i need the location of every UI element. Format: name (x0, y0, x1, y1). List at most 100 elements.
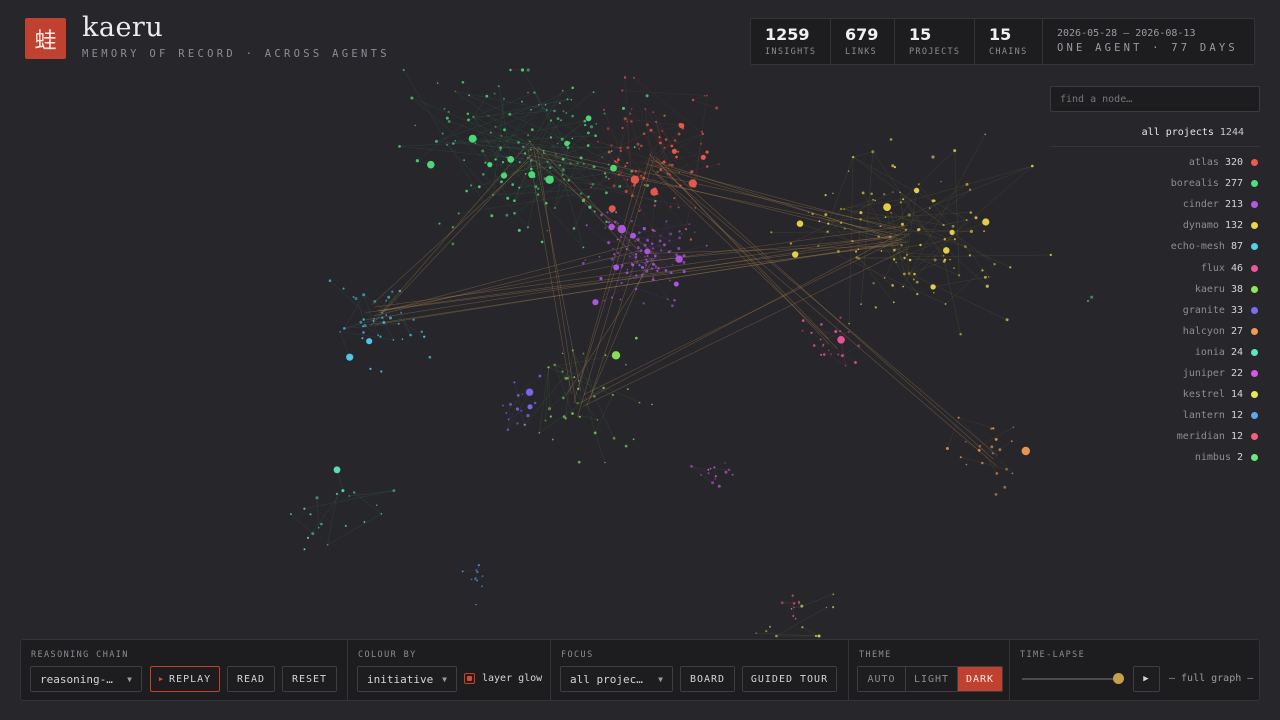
graph-node-dynamo[interactable] (940, 180, 942, 183)
graph-node-cinder[interactable] (669, 271, 673, 275)
graph-node-cinder[interactable] (651, 247, 654, 250)
colour-by-select[interactable]: initiative ▼ (357, 666, 457, 692)
graph-node-dynamo[interactable] (942, 223, 945, 227)
graph-node-borealis[interactable] (467, 118, 470, 122)
graph-node-kaeru[interactable] (551, 438, 554, 441)
graph-node-ionia[interactable] (344, 524, 347, 527)
graph-node-borealis[interactable] (489, 131, 492, 134)
graph-node-dynamo[interactable] (953, 267, 955, 269)
graph-node-dynamo[interactable] (871, 150, 875, 154)
graph-node-cinder[interactable] (682, 260, 686, 264)
graph-node-cinder[interactable] (592, 299, 599, 306)
graph-node-atlas[interactable] (582, 197, 586, 201)
graph-node-cinder[interactable] (644, 248, 651, 255)
graph-node-cinder[interactable] (610, 296, 613, 299)
graph-node-halcyon[interactable] (990, 445, 994, 449)
graph-node-borealis[interactable] (566, 98, 569, 101)
graph-node-cinder[interactable] (600, 213, 603, 217)
graph-node-dynamo[interactable] (890, 211, 892, 214)
graph-node-halcyon[interactable] (964, 440, 967, 443)
graph-node-halcyon[interactable] (998, 448, 1002, 452)
graph-node-halcyon[interactable] (1005, 467, 1008, 471)
graph-node-borealis[interactable] (585, 115, 592, 122)
graph-node-kaeru[interactable] (547, 366, 550, 369)
graph-node-cinder[interactable] (665, 220, 668, 223)
graph-node-lantern[interactable] (470, 578, 473, 581)
graph-node-kaeru[interactable] (625, 363, 627, 366)
graph-node-flux[interactable] (801, 329, 804, 332)
graph-node-atlas[interactable] (673, 197, 676, 200)
graph-node-dynamo[interactable] (892, 191, 894, 193)
graph-node-borealis[interactable] (518, 186, 521, 189)
graph-node-borealis[interactable] (466, 112, 470, 116)
graph-node-borealis[interactable] (633, 146, 636, 149)
graph-node-borealis[interactable] (484, 161, 487, 164)
graph-node-cinder[interactable] (633, 276, 635, 279)
graph-node-borealis[interactable] (501, 161, 505, 164)
graph-node-atlas[interactable] (675, 185, 678, 187)
graph-node-lantern[interactable] (477, 564, 480, 567)
graph-node-borealis[interactable] (587, 195, 590, 198)
graph-node-cinder[interactable] (677, 247, 681, 250)
graph-node-cinder[interactable] (637, 247, 640, 250)
graph-node-borealis[interactable] (579, 192, 583, 195)
graph-node-dynamo[interactable] (811, 212, 814, 216)
legend-item-atlas[interactable]: atlas 320 (1050, 152, 1260, 173)
graph-node-kaeru[interactable] (562, 396, 565, 400)
graph-node-halcyon[interactable] (1003, 485, 1007, 489)
graph-node-cinder[interactable] (620, 266, 623, 269)
graph-node-atlas[interactable] (634, 240, 636, 242)
graph-node-cinder[interactable] (617, 222, 619, 225)
graph-node-granite[interactable] (521, 393, 524, 396)
graph-node-echo-mesh[interactable] (354, 297, 358, 300)
graph-node-kaeru[interactable] (553, 363, 556, 367)
graph-node-flux[interactable] (841, 354, 844, 356)
graph-node-cinder[interactable] (620, 236, 623, 238)
graph-node-borealis[interactable] (494, 125, 497, 128)
graph-node-dynamo[interactable] (860, 303, 862, 306)
graph-node-dynamo[interactable] (1005, 318, 1009, 322)
legend-item-granite[interactable]: granite 33 (1050, 300, 1260, 321)
graph-node-kestrel[interactable] (825, 606, 828, 609)
graph-node-dynamo[interactable] (861, 191, 865, 195)
graph-node-granite[interactable] (516, 422, 519, 425)
graph-node-dynamo[interactable] (902, 198, 905, 201)
theme-auto-button[interactable]: AUTO (858, 667, 906, 691)
graph-node-cinder[interactable] (664, 269, 668, 272)
graph-node-dynamo[interactable] (889, 138, 893, 141)
graph-node-juniper[interactable] (714, 478, 717, 480)
graph-node-dynamo[interactable] (870, 192, 873, 196)
graph-node-dynamo[interactable] (859, 217, 862, 221)
graph-node-atlas[interactable] (626, 146, 630, 150)
graph-node-dynamo[interactable] (928, 207, 931, 209)
graph-node-kaeru[interactable] (547, 407, 552, 411)
graph-node-dynamo[interactable] (974, 216, 978, 220)
graph-node-atlas[interactable] (652, 111, 655, 113)
graph-node-echo-mesh[interactable] (423, 335, 426, 338)
graph-node-kaeru[interactable] (596, 419, 599, 421)
graph-node-flux[interactable] (819, 338, 822, 341)
graph-node-cinder[interactable] (644, 262, 647, 265)
graph-node-kaeru[interactable] (561, 352, 564, 355)
graph-node-meridian[interactable] (792, 615, 795, 617)
graph-node-borealis[interactable] (582, 162, 585, 165)
graph-node-kaeru[interactable] (611, 351, 621, 360)
graph-node-atlas[interactable] (700, 154, 706, 160)
graph-node-kaeru[interactable] (612, 436, 616, 440)
graph-node-atlas[interactable] (619, 149, 623, 153)
graph-node-dynamo[interactable] (987, 276, 990, 278)
graph-node-borealis[interactable] (654, 200, 657, 203)
graph-node-borealis[interactable] (549, 136, 553, 139)
graph-node-borealis[interactable] (546, 160, 549, 163)
graph-node-atlas[interactable] (644, 108, 646, 110)
graph-node-echo-mesh[interactable] (398, 289, 402, 293)
graph-node-cinder[interactable] (669, 279, 671, 282)
graph-node-borealis[interactable] (434, 139, 438, 143)
graph-node-borealis[interactable] (545, 109, 548, 111)
graph-node-dynamo[interactable] (893, 248, 896, 252)
legend-item-halcyon[interactable]: halcyon 27 (1050, 321, 1260, 342)
graph-node-dynamo[interactable] (892, 301, 895, 304)
graph-node-flux[interactable] (847, 331, 850, 333)
graph-node-juniper[interactable] (707, 472, 710, 475)
graph-node-borealis[interactable] (494, 158, 497, 161)
